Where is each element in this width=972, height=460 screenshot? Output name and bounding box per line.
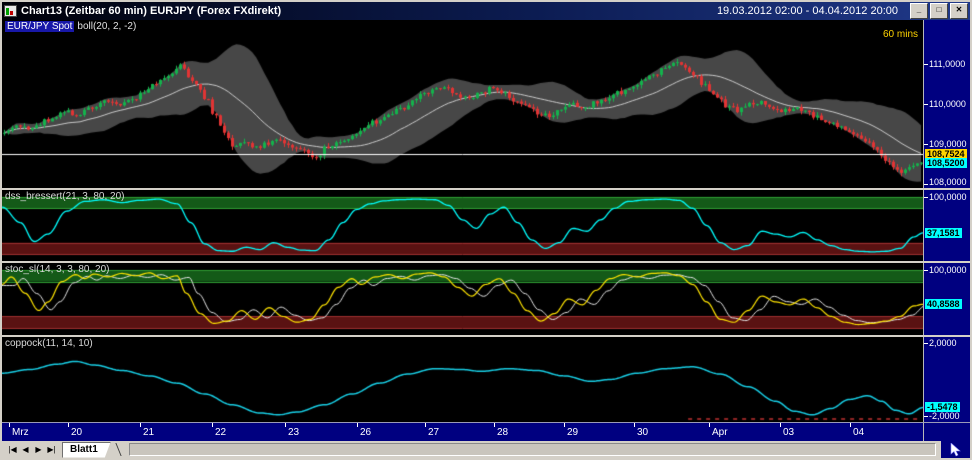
price-chart-area[interactable]: EUR/JPY Spot boll(20, 2, -2) 60 mins — [2, 20, 923, 188]
time-axis-row: Mrz 20 21 22 23 26 27 28 29 30 Apr 03 04 — [2, 422, 970, 441]
axis-tick-label: 109,0000 — [929, 139, 967, 149]
axis-tickmark — [924, 184, 928, 185]
chart-window: Chart13 (Zeitbar 60 min) EURJPY (Forex F… — [0, 0, 972, 460]
time-axis-label: 22 — [215, 427, 227, 438]
time-tickmark — [564, 423, 565, 427]
axis-tick-label: 100,0000 — [929, 264, 967, 275]
window-title: Chart13 (Zeitbar 60 min) EURJPY (Forex F… — [21, 5, 282, 17]
time-axis-label: 23 — [288, 427, 300, 438]
time-tickmark — [780, 423, 781, 427]
time-axis-label: 03 — [783, 427, 795, 438]
stoc-chart-area[interactable]: stoc_sl(14, 3, 3, 80, 20) — [2, 263, 923, 335]
axis-tickmark — [924, 343, 928, 344]
price-series-label: EUR/JPY Spot boll(20, 2, -2) — [5, 21, 136, 32]
price-panel-row: EUR/JPY Spot boll(20, 2, -2) 60 mins 111,… — [2, 20, 970, 188]
time-axis-label: 20 — [71, 427, 83, 438]
stoc-axis[interactable]: 100,0000 40,8588 — [923, 263, 970, 335]
time-tickmark — [212, 423, 213, 427]
axis-tick-label: 108,0000 — [929, 177, 967, 187]
time-axis[interactable]: Mrz 20 21 22 23 26 27 28 29 30 Apr 03 04 — [2, 422, 923, 441]
axis-value-badge: -1,5478 — [925, 402, 960, 413]
time-tickmark — [425, 423, 426, 427]
time-tickmark — [709, 423, 710, 427]
time-axis-label: Apr — [712, 427, 728, 438]
axis-tickmark — [924, 104, 928, 105]
price-axis[interactable]: 111,0000 110,0000 109,0000 108,0000 108,7524… — [923, 20, 970, 188]
time-axis-label: 29 — [567, 427, 579, 438]
chart-icon — [4, 5, 17, 17]
axis-tickmark — [924, 64, 928, 65]
time-axis-label: 26 — [360, 427, 372, 438]
time-axis-label: 04 — [853, 427, 865, 438]
time-axis-label: 30 — [637, 427, 649, 438]
time-axis-label: Mrz — [12, 427, 29, 438]
next-sheet-button[interactable]: ▶ — [32, 442, 45, 457]
time-tickmark — [494, 423, 495, 427]
time-tickmark — [68, 423, 69, 427]
time-axis-label: 27 — [428, 427, 440, 438]
dss-panel-row: dss_bressert(21, 3, 80, 20) 100,0000 37,1… — [2, 190, 970, 261]
tab-edge-divider — [115, 443, 122, 456]
coppock-indicator-label: coppock(11, 14, 10) — [5, 338, 93, 349]
dss-indicator-label: dss_bressert(21, 3, 80, 20) — [5, 191, 125, 202]
axis-tick-label: 100,0000 — [929, 191, 967, 202]
time-tickmark — [285, 423, 286, 427]
coppock-indicator-canvas[interactable] — [2, 337, 923, 422]
axis-tick-label: 2,0000 — [929, 338, 957, 349]
dss-indicator-canvas[interactable] — [2, 190, 923, 261]
pointer-mode-button[interactable] — [941, 441, 970, 458]
sheet-tab-blatt1[interactable]: Blatt1 — [62, 442, 111, 458]
coppock-panel-row: coppock(11, 14, 10) 2,0000 -2,0000 -1,5478 — [2, 337, 970, 422]
axis-tick-label: 111,0000 — [929, 59, 966, 69]
titlebar[interactable]: Chart13 (Zeitbar 60 min) EURJPY (Forex F… — [2, 2, 970, 20]
time-tickmark — [9, 423, 10, 427]
coppock-axis[interactable]: 2,0000 -2,0000 -1,5478 — [923, 337, 970, 422]
close-button[interactable]: ✕ — [950, 3, 968, 19]
stoc-indicator-label: stoc_sl(14, 3, 3, 80, 20) — [5, 264, 110, 275]
titlebar-date-range: 19.03.2012 02:00 - 04.04.2012 20:00 — [716, 5, 898, 17]
axis-tickmark — [924, 270, 928, 271]
maximize-button[interactable]: □ — [930, 3, 948, 19]
time-tickmark — [850, 423, 851, 427]
last-sheet-button[interactable]: ▶| — [45, 442, 58, 457]
minimize-button[interactable]: _ — [910, 3, 928, 19]
time-axis-corner — [923, 422, 970, 441]
axis-tickmark — [924, 197, 928, 198]
time-tickmark — [140, 423, 141, 427]
prev-sheet-button[interactable]: ◀ — [19, 442, 32, 457]
coppock-chart-area[interactable]: coppock(11, 14, 10) — [2, 337, 923, 422]
sheet-tabbar: |◀ ◀ ▶ ▶| Blatt1 — [2, 441, 970, 458]
time-tickmark — [357, 423, 358, 427]
time-axis-label: 28 — [497, 427, 509, 438]
dss-chart-area[interactable]: dss_bressert(21, 3, 80, 20) — [2, 190, 923, 261]
axis-tickmark — [924, 416, 928, 417]
bollinger-indicator-label: boll(20, 2, -2) — [77, 21, 137, 32]
price-chart-canvas[interactable] — [2, 20, 923, 188]
time-axis-label: 21 — [143, 427, 155, 438]
dss-axis[interactable]: 100,0000 37,1581 — [923, 190, 970, 261]
first-sheet-button[interactable]: |◀ — [6, 442, 19, 457]
axis-value-badge: 108,5200 — [925, 158, 967, 169]
axis-value-badge: 37,1581 — [925, 227, 962, 238]
axis-tickmark — [924, 144, 928, 145]
axis-value-badge: 40,8588 — [925, 299, 962, 310]
stoc-panel-row: stoc_sl(14, 3, 3, 80, 20) 100,0000 40,858… — [2, 263, 970, 335]
axis-tick-label: 110,0000 — [929, 99, 966, 109]
cursor-pointer-icon — [950, 442, 961, 456]
timeframe-label: 60 mins — [882, 29, 918, 40]
stochastic-indicator-canvas[interactable] — [2, 263, 923, 335]
time-tickmark — [634, 423, 635, 427]
horizontal-scrollbar[interactable] — [128, 443, 936, 456]
instrument-label: EUR/JPY Spot — [5, 21, 75, 32]
